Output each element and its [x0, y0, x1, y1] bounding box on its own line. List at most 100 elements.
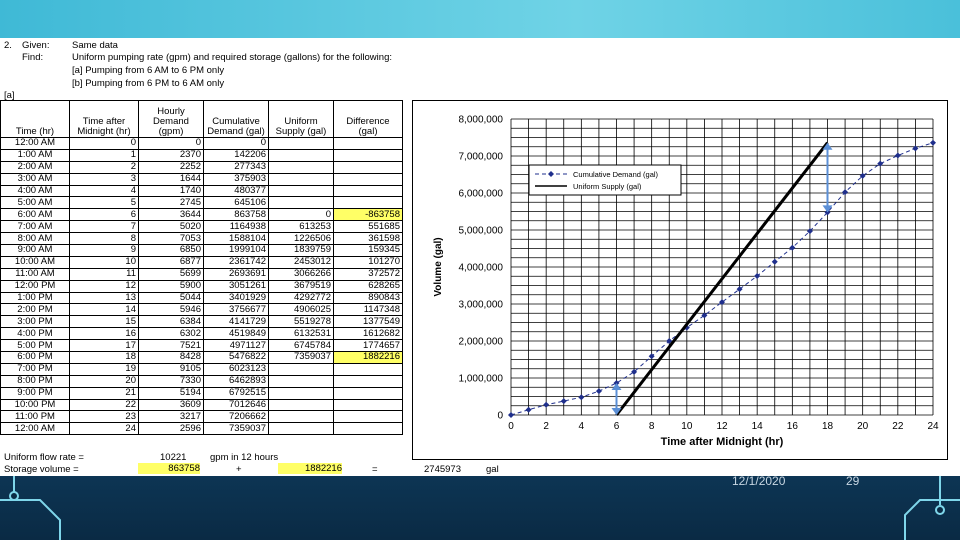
storage-volume-label: Storage volume = [4, 464, 79, 475]
table-cell: 3679519 [268, 279, 334, 293]
table-row: 4:00 AM 4 1740 480377 [0, 184, 403, 198]
table-cell: 7012646 [203, 398, 269, 412]
table-cell: 9 [69, 244, 139, 257]
table-cell: 7 [69, 220, 139, 234]
slide-bottom-band [0, 476, 960, 540]
table-cell: 12:00 PM [0, 279, 70, 293]
y-tick-label: 7,000,000 [459, 152, 504, 163]
table-row: 12:00 AM 0 0 0 [0, 137, 403, 150]
table-cell: 11 [69, 267, 139, 281]
table-cell: 13 [69, 291, 139, 305]
data-point-cumulative-demand [525, 406, 532, 413]
table-cell [268, 172, 334, 186]
table-cell: 2252 [138, 160, 204, 174]
x-tick-label: 4 [579, 421, 585, 432]
table-cell [268, 398, 334, 412]
table-cell [268, 160, 334, 174]
table-cell: 14 [69, 303, 139, 317]
x-tick-label: 16 [787, 421, 799, 432]
table-cell: 551685 [333, 220, 403, 234]
data-point-cumulative-demand [912, 145, 919, 152]
data-point-cumulative-demand [595, 388, 602, 395]
table-cell: 1:00 PM [0, 291, 70, 305]
table-cell: 6792515 [203, 386, 269, 400]
table-row: 10:00 PM 22 3609 7012646 [0, 398, 403, 412]
storage-value-1: 863758 [138, 463, 200, 474]
x-tick-label: 22 [892, 421, 904, 432]
y-tick-label: 5,000,000 [459, 226, 504, 237]
table-cell: 12:00 AM [0, 422, 70, 436]
slide-number: 29 [846, 474, 860, 488]
table-cell: 5 [69, 196, 139, 210]
table-cell: 2693691 [203, 267, 269, 281]
table-cell: 2453012 [268, 255, 334, 269]
demand-table: Time (hr) Time after Midnight (hr) Hourl… [0, 100, 403, 436]
storage-total: 2745973 [424, 464, 461, 475]
table-cell: 863758 [203, 208, 269, 222]
chart-svg: 0 1,000,000 2,000,000 3,000,000 4,000,000 5,0… [433, 115, 939, 449]
table-cell: 4292772 [268, 291, 334, 305]
slide-top-band [0, 0, 960, 40]
header-difference: Difference (gal) [333, 100, 403, 138]
given-label: Given: [22, 40, 50, 51]
table-row: 12:00 AM 24 2596 7359037 [0, 422, 403, 436]
table-cell: 5:00 AM [0, 196, 70, 210]
y-tick-label: 4,000,000 [459, 263, 504, 274]
table-cell [268, 184, 334, 198]
table-header-row: Time (hr) Time after Midnight (hr) Hourl… [0, 100, 403, 138]
table-cell: 10:00 PM [0, 398, 70, 412]
flow-rate-unit: gpm in 12 hours [210, 452, 279, 463]
table-cell: 7521 [138, 339, 204, 353]
table-cell: 645106 [203, 196, 269, 210]
table-cell: 159345 [333, 244, 403, 257]
table-cell: 6:00 PM [0, 351, 70, 364]
table-cell: 101270 [333, 255, 403, 269]
table-cell: 375903 [203, 172, 269, 186]
table-cell: 2745 [138, 196, 204, 210]
table-cell: 7:00 PM [0, 362, 70, 376]
table-cell [333, 374, 403, 388]
table-cell: 1588104 [203, 232, 269, 246]
table-cell: 2:00 AM [0, 160, 70, 174]
table-cell: 1740 [138, 184, 204, 198]
problem-number: 2. [4, 40, 12, 51]
table-cell: 5946 [138, 303, 204, 317]
table-cell: 23 [69, 410, 139, 424]
table-cell: 1612682 [333, 327, 403, 341]
table-cell: 5900 [138, 279, 204, 293]
table-cell: 6 [69, 208, 139, 222]
table-cell: 4:00 PM [0, 327, 70, 341]
table-cell: 0 [69, 137, 139, 150]
table-cell: 5699 [138, 267, 204, 281]
table-cell: 5:00 PM [0, 339, 70, 353]
table-cell: 2:00 PM [0, 303, 70, 317]
table-cell [268, 386, 334, 400]
table-row: 6:00 PM 18 8428 5476822 7359037 1882216 [0, 351, 403, 364]
table-cell: -863758 [333, 208, 403, 222]
table-cell: 7330 [138, 374, 204, 388]
table-row: 9:00 PM 21 5194 6792515 [0, 386, 403, 400]
x-tick-label: 8 [649, 421, 655, 432]
table-cell: 3051261 [203, 279, 269, 293]
x-tick-label: 18 [822, 421, 834, 432]
table-cell: 1644 [138, 172, 204, 186]
table-cell: 6850 [138, 244, 204, 257]
slide-date: 12/1/2020 [732, 474, 786, 488]
data-point-cumulative-demand [771, 258, 778, 265]
table-row: 4:00 PM 16 6302 4519849 6132531 1612682 [0, 327, 403, 341]
table-cell: 15 [69, 315, 139, 329]
table-cell: 4:00 AM [0, 184, 70, 198]
table-row: 7:00 PM 19 9105 6023123 [0, 362, 403, 376]
find-item-b: [b] Pumping from 6 PM to 6 AM only [72, 78, 225, 89]
table-cell [333, 386, 403, 400]
table-cell: 6:00 AM [0, 208, 70, 222]
table-cell [333, 172, 403, 186]
table-row: 11:00 AM 11 5699 2693691 3066266 372572 [0, 267, 403, 281]
x-tick-label: 6 [614, 421, 620, 432]
table-cell: 24 [69, 422, 139, 436]
table-cell: 1774657 [333, 339, 403, 353]
table-cell: 9:00 AM [0, 244, 70, 257]
table-cell: 11:00 AM [0, 267, 70, 281]
table-cell: 480377 [203, 184, 269, 198]
table-cell: 6384 [138, 315, 204, 329]
